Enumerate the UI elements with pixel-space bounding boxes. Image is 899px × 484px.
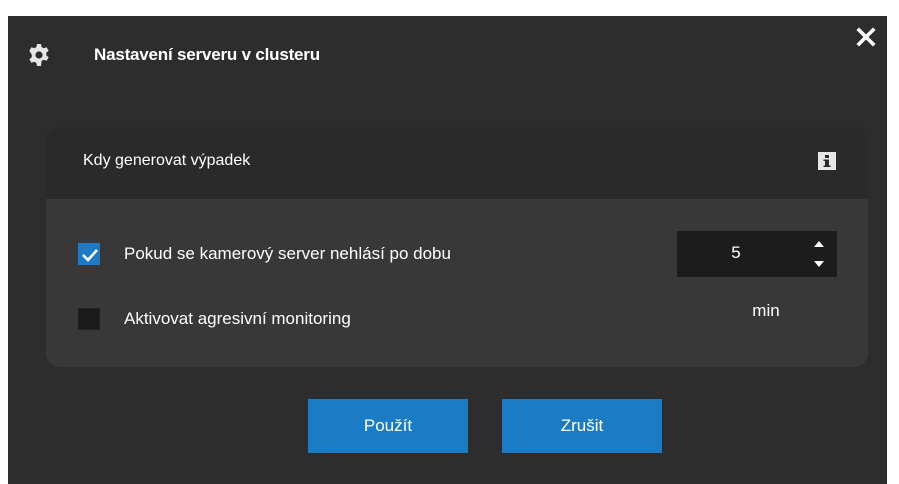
timeout-value[interactable]: 5 <box>677 243 795 263</box>
apply-button[interactable]: Použít <box>308 399 468 453</box>
info-icon[interactable] <box>818 152 836 170</box>
timeout-unit-label: min <box>752 301 780 320</box>
timeout-spinner[interactable]: 5 <box>677 231 837 277</box>
aggressive-monitoring-checkbox[interactable] <box>78 308 100 330</box>
cluster-server-settings-dialog: Nastavení serveru v clusteru Kdy generov… <box>8 16 887 484</box>
timeout-option-label: Pokud se kamerový server nehlásí po dobu <box>124 244 451 263</box>
cancel-button[interactable]: Zrušit <box>502 399 662 453</box>
dialog-title: Nastavení serveru v clusteru <box>94 45 320 64</box>
aggressive-monitoring-label: Aktivovat agresivní monitoring <box>124 309 351 328</box>
panel-header: Kdy generovat výpadek <box>46 127 868 199</box>
outage-settings-panel: Kdy generovat výpadek Pokud se kamerový … <box>46 127 868 367</box>
chevron-up-icon[interactable] <box>811 237 827 251</box>
gear-icon <box>27 43 51 67</box>
dialog-titlebar: Nastavení serveru v clusteru <box>8 16 887 84</box>
timeout-checkbox[interactable] <box>78 243 100 265</box>
close-icon[interactable] <box>855 26 877 48</box>
panel-title: Kdy generovat výpadek <box>83 152 251 169</box>
chevron-down-icon[interactable] <box>811 257 827 271</box>
